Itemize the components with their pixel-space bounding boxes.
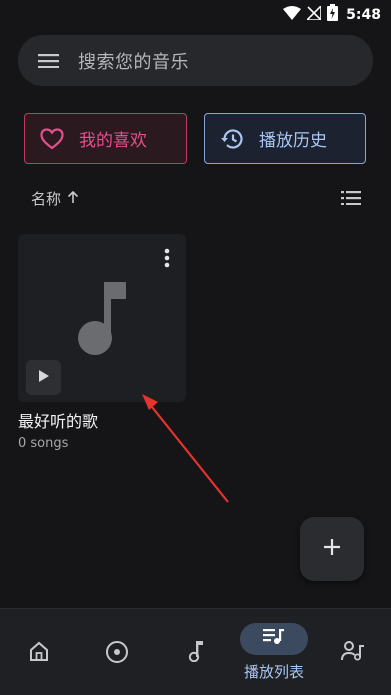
arrow-up-icon	[65, 189, 81, 208]
playlist-title: 最好听的歌	[18, 412, 99, 431]
nav-playlists-label: 播放列表	[243, 663, 304, 681]
history-label: 播放历史	[259, 131, 327, 151]
battery-charging-icon	[327, 4, 339, 25]
nav-artists[interactable]	[328, 609, 378, 695]
album-icon	[105, 640, 129, 668]
playlist-card[interactable]: 最好听的歌 0 songs	[18, 234, 186, 451]
signal-muted-icon	[305, 4, 322, 24]
playlist-cover[interactable]	[18, 234, 186, 402]
history-button[interactable]: 播放历史	[204, 113, 366, 164]
list-view-icon	[341, 190, 361, 209]
nav-songs[interactable]	[171, 609, 221, 695]
history-icon	[205, 128, 259, 150]
add-playlist-button[interactable]	[300, 517, 364, 581]
status-time: 5:48	[346, 6, 381, 23]
status-icons: 5:48	[283, 4, 381, 25]
artist-icon	[341, 640, 365, 666]
wifi-icon	[283, 5, 302, 24]
sort-button[interactable]: 名称	[31, 188, 81, 209]
search-bar[interactable]: 搜索您的音乐	[18, 35, 373, 86]
list-view-toggle[interactable]	[341, 190, 361, 209]
nav-active-indicator	[240, 623, 308, 655]
nav-playlists[interactable]: 播放列表	[234, 609, 314, 695]
heart-icon	[25, 127, 79, 150]
music-note-icon	[74, 280, 130, 360]
plus-icon	[323, 538, 341, 560]
playlist-song-count: 0 songs	[18, 436, 69, 451]
home-icon	[28, 640, 50, 666]
song-icon	[188, 640, 204, 666]
favorites-button[interactable]: 我的喜欢	[24, 113, 187, 164]
bottom-nav: 播放列表	[0, 608, 391, 695]
screen: 5:48 搜索您的音乐 我的喜欢 播放历史 名称 最好听的歌 0 songs 播…	[0, 0, 391, 695]
more-options-icon[interactable]	[164, 248, 170, 272]
nav-home[interactable]	[14, 609, 64, 695]
play-icon	[38, 368, 50, 387]
search-input[interactable]: 搜索您的音乐	[78, 48, 189, 74]
nav-albums[interactable]	[92, 609, 142, 695]
playlist-icon	[263, 629, 285, 649]
menu-icon[interactable]	[18, 35, 78, 86]
status-bar: 5:48	[0, 0, 391, 28]
favorites-label: 我的喜欢	[79, 131, 147, 151]
sort-label: 名称	[31, 190, 62, 208]
play-button[interactable]	[26, 360, 61, 395]
